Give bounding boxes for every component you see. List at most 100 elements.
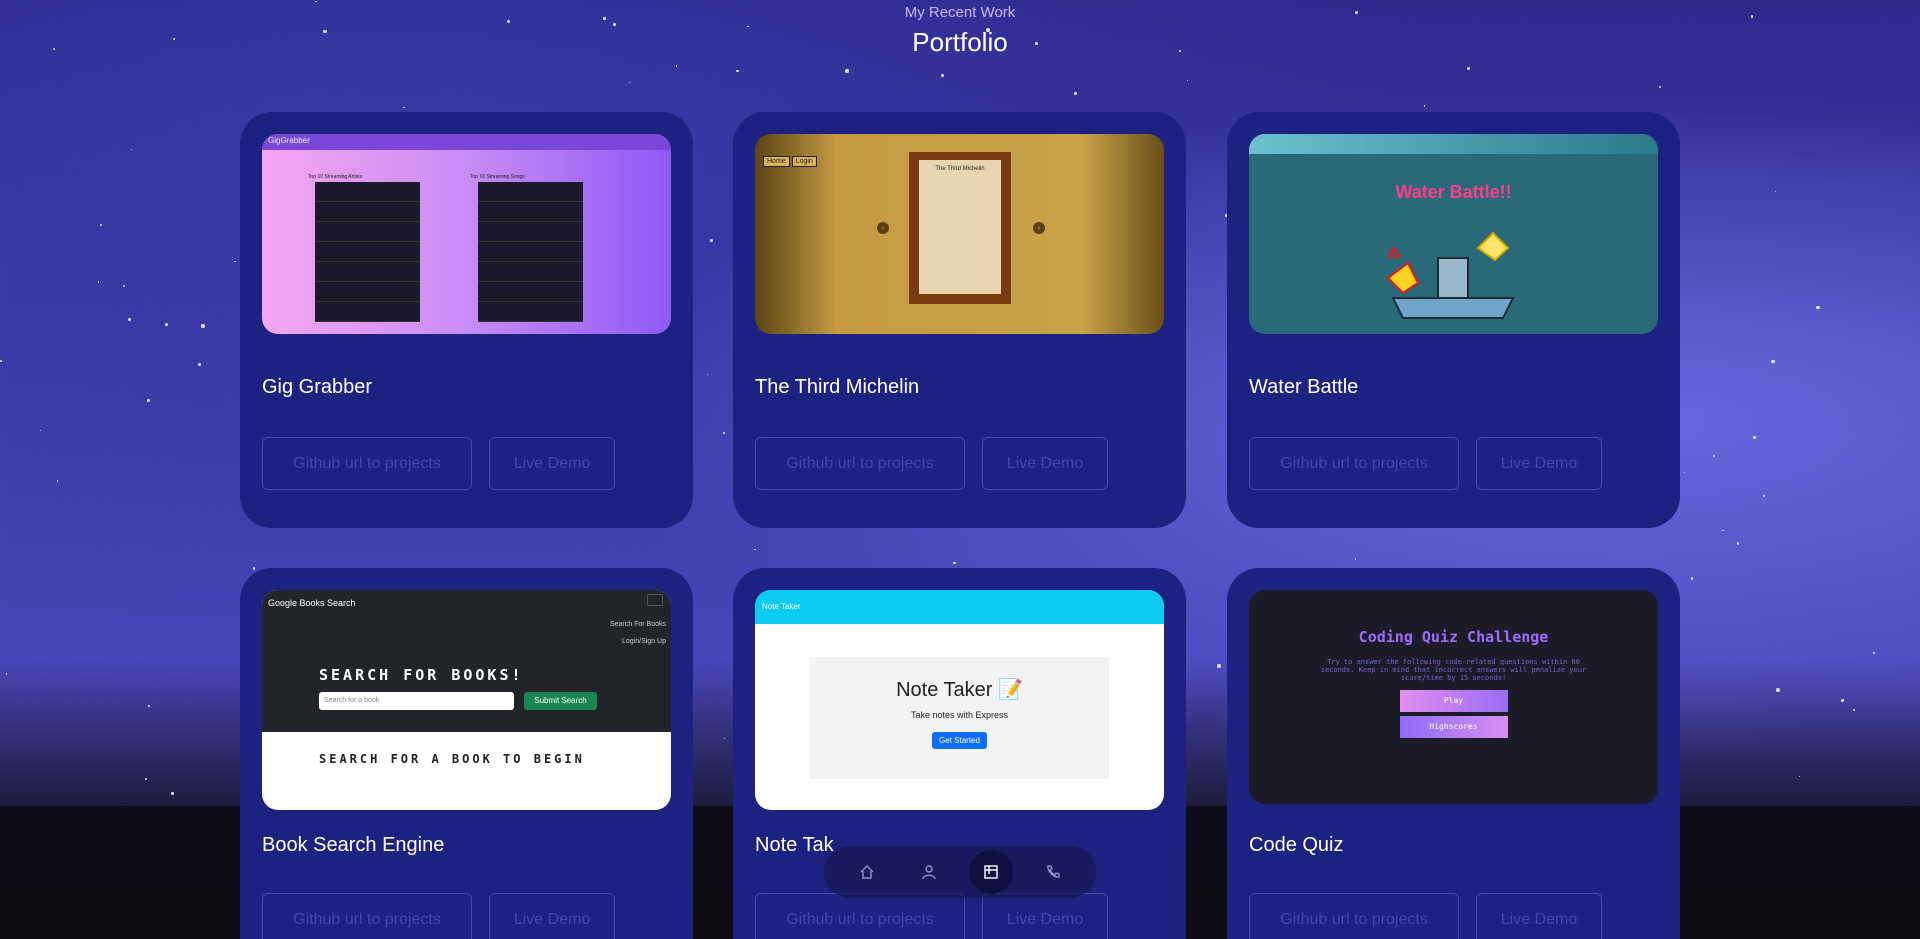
star <box>1774 190 1776 193</box>
home-icon[interactable] <box>845 850 889 894</box>
project-thumbnail: Note Taker Note Taker 📝 Take notes with … <box>755 590 1164 810</box>
star <box>40 429 42 431</box>
star <box>710 239 713 242</box>
star <box>0 360 2 363</box>
project-title: Book Search Engine <box>262 834 445 856</box>
thumb-heading: Coding Quiz Challenge <box>1358 628 1549 646</box>
project-thumbnail: Coding Quiz Challenge Try to answer the … <box>1249 590 1658 804</box>
project-title: Note Tak <box>755 834 834 856</box>
thumb-nav: Home Login <box>763 156 817 167</box>
thumb-heading: Water Battle!! <box>1395 182 1512 202</box>
thumb-begin-text: SEARCH FOR A BOOK TO BEGIN <box>319 752 585 766</box>
section-header: My Recent Work Portfolio <box>0 0 1920 58</box>
star <box>1736 542 1740 545</box>
battleship-illustration: ⁂ <box>1386 231 1515 319</box>
thumb-description: Try to answer the following code-related… <box>1320 658 1587 682</box>
project-card-code-quiz: Coding Quiz Challenge Try to answer the … <box>1227 568 1680 939</box>
thumb-search-input: Search for a book <box>319 692 514 710</box>
live-demo-button[interactable]: Live Demo <box>982 893 1108 939</box>
project-thumbnail: Google Books Search Search For Books Log… <box>262 590 671 810</box>
star <box>628 81 631 83</box>
star <box>233 260 236 263</box>
star <box>252 567 256 570</box>
star <box>197 362 201 366</box>
star <box>1354 558 1357 560</box>
live-demo-button[interactable]: Live Demo <box>1476 893 1602 939</box>
star <box>131 149 133 151</box>
star <box>1771 359 1775 364</box>
star <box>1763 495 1765 497</box>
live-demo-button[interactable]: Live Demo <box>489 437 615 490</box>
github-button[interactable]: Github url to projects <box>262 437 472 490</box>
thumb-nav-login: Login <box>791 156 817 167</box>
thumb-heading: Note Taker 📝 <box>896 679 1023 701</box>
thumb-heading: Top 10 Streaming Artists <box>308 174 363 180</box>
thumb-brand: Note Taker <box>762 602 801 611</box>
star <box>736 69 740 73</box>
thumb-page-heading: The Third Michelin <box>935 166 985 172</box>
project-title: The Third Michelin <box>755 376 920 398</box>
thumb-links: Search For Books Login/Sign Up <box>610 616 666 650</box>
thumb-link: Login/Sign Up <box>622 638 666 645</box>
star <box>5 673 8 675</box>
star <box>165 322 169 326</box>
portfolio-icon[interactable] <box>969 850 1013 894</box>
hamburger-icon <box>647 594 663 606</box>
star <box>723 737 726 740</box>
star <box>1816 305 1820 310</box>
thumb-book-page: The Third Michelin <box>909 152 1011 304</box>
star <box>146 398 150 402</box>
thumb-hero: SEARCH FOR BOOKS! <box>319 666 524 684</box>
project-thumbnail: GigGrabber Top 10 Streaming Artists Top … <box>262 134 671 334</box>
project-card-third-michelin: Home Login ‹ › The Third Michelin The Th… <box>733 112 1186 528</box>
thumb-brand: Google Books Search <box>268 598 356 608</box>
star <box>99 223 103 227</box>
phone-icon[interactable] <box>1031 850 1075 894</box>
thumb-nav-home: Home <box>763 156 790 167</box>
live-demo-button[interactable]: Live Demo <box>489 893 615 939</box>
star <box>1074 92 1077 95</box>
star <box>1872 651 1875 654</box>
github-button[interactable]: Github url to projects <box>1249 437 1459 490</box>
star <box>1713 454 1716 457</box>
star <box>144 778 147 781</box>
thumb-link: Search For Books <box>609 621 666 628</box>
live-demo-button[interactable]: Live Demo <box>1476 437 1602 490</box>
section-title: Portfolio <box>912 27 1008 57</box>
project-thumbnail: Water Battle!! ⁂ <box>1249 134 1658 334</box>
star <box>1690 577 1694 580</box>
star <box>56 480 59 483</box>
star <box>675 65 677 67</box>
svg-text:⁂: ⁂ <box>1387 245 1401 261</box>
thumb-play: Play <box>1399 690 1508 712</box>
star <box>171 792 174 795</box>
github-button[interactable]: Github url to projects <box>755 893 965 939</box>
live-demo-button[interactable]: Live Demo <box>982 437 1108 490</box>
thumb-subheading: Take notes with Express <box>910 710 1009 720</box>
project-card-water-battle: Water Battle!! ⁂ Water Battle Github url… <box>1227 112 1680 528</box>
star <box>722 431 726 435</box>
star <box>953 562 956 565</box>
github-button[interactable]: Github url to projects <box>1249 893 1459 939</box>
star <box>1752 436 1757 440</box>
star <box>845 68 849 73</box>
section-subtitle: My Recent Work <box>904 4 1016 21</box>
star <box>1216 663 1221 668</box>
star <box>1840 699 1844 703</box>
star <box>1722 529 1724 531</box>
github-button[interactable]: Github url to projects <box>755 437 965 490</box>
thumb-list <box>315 182 420 322</box>
project-card-book-search: Google Books Search Search For Books Log… <box>240 568 693 939</box>
project-thumbnail: Home Login ‹ › The Third Michelin <box>755 134 1164 334</box>
star <box>1658 85 1662 89</box>
right-arrow-icon: › <box>1033 222 1045 234</box>
star <box>754 548 756 551</box>
star <box>1852 708 1856 712</box>
project-title: Water Battle <box>1249 376 1359 398</box>
user-icon[interactable] <box>907 850 951 894</box>
star <box>707 373 709 375</box>
star <box>1799 775 1801 778</box>
project-title: Code Quiz <box>1249 834 1344 856</box>
star <box>1423 105 1426 108</box>
github-button[interactable]: Github url to projects <box>262 893 472 939</box>
